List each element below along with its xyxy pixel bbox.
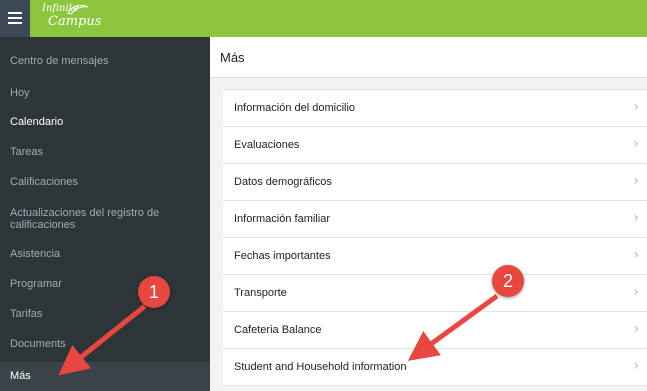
arrow-to-household: [407, 293, 499, 361]
callout-badge-1: 1: [138, 276, 170, 308]
callout-arrows: [58, 293, 499, 376]
arrow-to-mas: [58, 304, 147, 376]
callout-badge-2: 2: [492, 265, 524, 297]
